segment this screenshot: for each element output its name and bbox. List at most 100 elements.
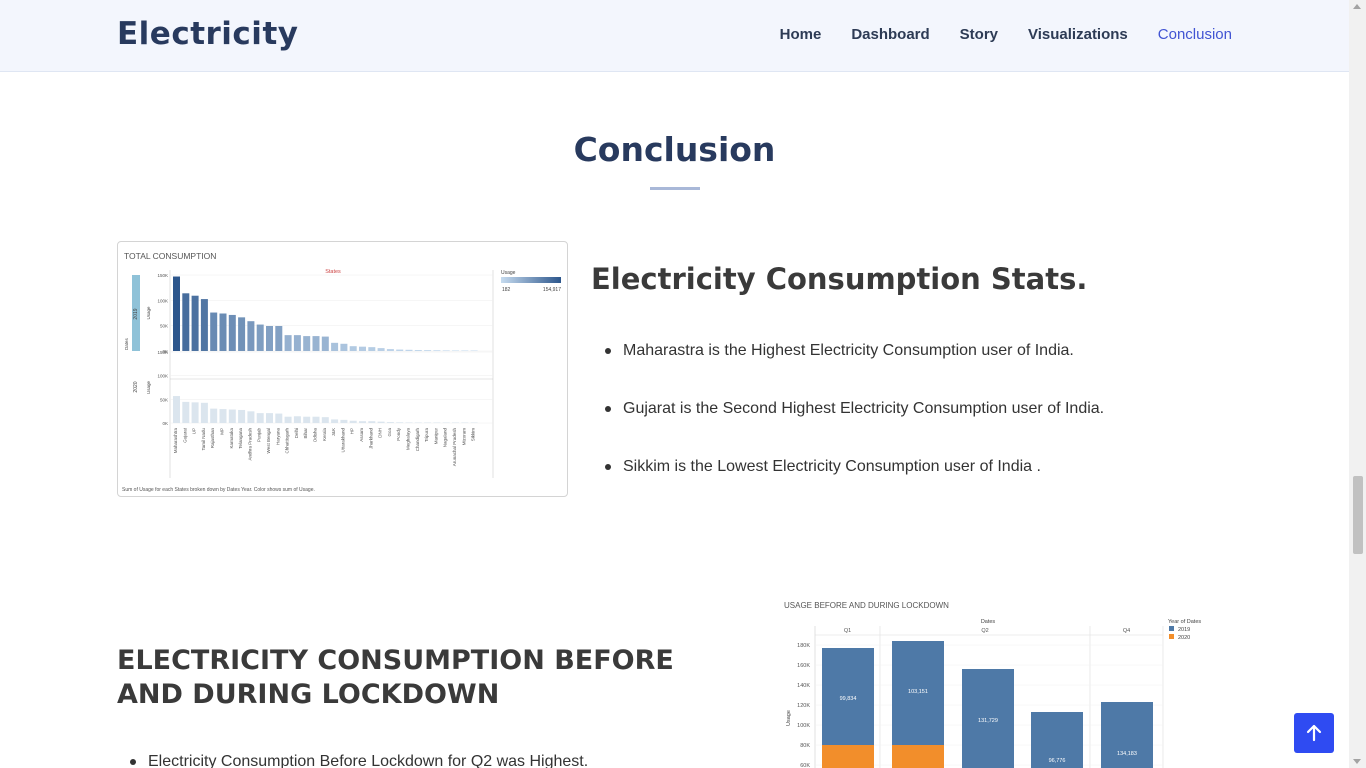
bar [293,416,301,423]
x-tick-label: Chhattisgarh [285,428,290,454]
bar [414,350,422,351]
x-tick-label: Sikkim [471,428,476,442]
bar [303,336,311,351]
bar [349,420,357,423]
bar [191,402,199,423]
total-consumption-svg: TOTAL CONSUMPTION States Usage 182 154,9… [122,251,561,493]
legend-min: 182 [502,287,511,293]
y-axis-label: Usage [146,306,151,320]
x-tick-label: J&K [331,428,336,436]
x-tick-label: Tamil Nadu [201,428,206,451]
scroll-thumb[interactable] [1353,476,1363,554]
bar [433,350,441,351]
legend-swatch-2020 [1169,634,1174,639]
page-scrollbar[interactable] [1349,0,1366,768]
chart-title: USAGE BEFORE AND DURING LOCKDOWN [784,601,949,610]
legend-title: Year of Dates [1168,619,1201,625]
bar [461,350,469,351]
lockdown-list: Electricity Consumption Before Lockdown … [130,751,730,768]
y-tick-label: 100K [157,298,168,303]
bar-value-label: 134,183 [1117,751,1137,757]
bar [256,324,264,351]
bar [424,350,432,351]
y-axis-label: Usage [146,381,151,395]
lockdown-heading: ELECTRICITY CONSUMPTION BEFORE AND DURIN… [117,645,674,710]
site-logo[interactable]: Electricity [117,16,298,52]
y-tick-label: 60K [800,763,810,768]
nav-dashboard[interactable]: Dashboard [851,26,929,43]
bar [377,421,385,423]
x-tick-label: Chandigarh [415,428,420,452]
group-label: Q2 [981,628,988,634]
y-axis-label: Usage [786,710,792,726]
x-tick-label: Goa [387,428,392,437]
x-tick-label: Jharkhand [368,428,373,450]
y-tick-label: 100K [157,374,168,379]
bar [424,422,432,423]
bar [452,350,459,351]
x-tick-label: Punjab [257,428,262,443]
total-consumption-chart: TOTAL CONSUMPTION States Usage 182 154,9… [117,241,568,497]
bar [368,421,376,423]
bar [219,409,227,423]
chart-column-header: Dates [981,619,996,625]
x-tick-label: West Bengal [266,428,271,453]
bar [275,413,283,423]
row-label: 2019 [133,308,139,319]
x-tick-label: Haryana [275,428,280,446]
bar [321,417,329,423]
nav-home[interactable]: Home [780,26,822,43]
group-label: Q4 [1123,628,1130,634]
bar [359,346,366,351]
bar-2020 [822,745,874,768]
bar [219,313,227,351]
section-title: Conclusion [573,130,776,169]
bar [340,419,348,423]
bar [247,411,255,423]
bar [452,422,459,423]
x-tick-label: Telangana [238,428,243,449]
group-label: Q1 [844,628,851,634]
x-tick-label: UP [192,428,197,434]
bar [331,419,339,423]
bar [182,293,190,351]
nav-visualizations[interactable]: Visualizations [1028,26,1128,43]
bar-value-label: 103,151 [908,689,928,695]
y-tick-label: 150K [157,350,168,355]
bar [228,314,236,351]
x-tick-label: Assam [359,428,364,442]
bar [238,317,246,351]
bar-value-label: 96,776 [1049,758,1066,764]
bar [359,421,366,423]
x-tick-label: Gujarat [182,427,187,443]
x-tick-label: Tripura [424,428,429,443]
x-tick-label: Kerala [322,428,327,442]
lockdown-chart-svg: USAGE BEFORE AND DURING LOCKDOWN Dates Y… [784,601,1201,768]
legend-entry: 2020 [1178,635,1190,641]
bar [303,416,311,423]
bar [266,325,273,351]
bar [191,295,199,351]
scroll-down-icon[interactable] [1353,759,1361,764]
bar [377,348,385,351]
nav-conclusion[interactable]: Conclusion [1158,26,1232,43]
chart-title: TOTAL CONSUMPTION [124,251,216,261]
x-tick-label: Nagaland [443,428,448,448]
bar [331,342,339,351]
site-header: Electricity Home Dashboard Story Visuali… [0,0,1349,72]
bar [312,336,320,351]
bar-2020 [892,745,944,768]
row-header: Dates [124,337,129,350]
bar [442,350,450,351]
nav-story[interactable]: Story [960,26,998,43]
bar [247,321,255,351]
x-tick-label: Maharashtra [173,428,178,454]
bar [293,335,301,351]
back-to-top-button[interactable] [1294,713,1334,753]
scroll-up-icon[interactable] [1353,4,1361,9]
bar [470,422,478,423]
legend-title: Usage [501,270,516,276]
x-tick-label: Uttarakhand [340,428,345,453]
stats-point: Sikkim is the Lowest Electricity Consump… [605,456,1305,514]
stats-heading: Electricity Consumption Stats. [591,262,1088,296]
